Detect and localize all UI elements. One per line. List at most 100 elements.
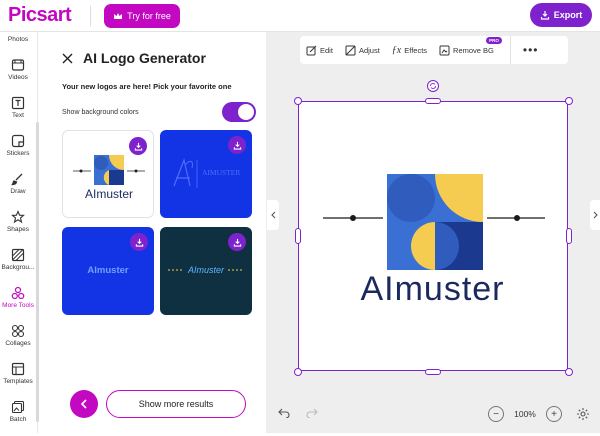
resize-handle-top-left[interactable] bbox=[294, 97, 302, 105]
logo-card-1-text: AImuster bbox=[84, 187, 133, 201]
try-for-free-label: Try for free bbox=[127, 11, 171, 21]
download-logo-3-button[interactable] bbox=[130, 233, 148, 251]
rail-scrollbar[interactable] bbox=[36, 122, 39, 422]
rail-label-videos: Videos bbox=[8, 74, 28, 81]
try-for-free-button[interactable]: Try for free bbox=[104, 4, 180, 28]
resize-handle-top[interactable] bbox=[425, 98, 441, 104]
panel-subtitle: Your new logos are here! Pick your favor… bbox=[62, 82, 232, 91]
rail-item-videos[interactable]: Videos bbox=[0, 58, 36, 94]
rail-label-shapes: Shapes bbox=[6, 226, 30, 233]
undo-icon[interactable] bbox=[278, 408, 290, 418]
effects-button[interactable]: ƒx Effects bbox=[386, 45, 433, 56]
rail-item-batch[interactable]: Batch bbox=[0, 400, 36, 436]
rail-item-text[interactable]: Text bbox=[0, 96, 36, 132]
collapse-panel-button[interactable] bbox=[267, 200, 279, 230]
edit-icon bbox=[306, 45, 317, 55]
background-toggle-label: Show background colors bbox=[62, 109, 139, 116]
rotate-icon bbox=[430, 83, 436, 89]
rail-item-draw[interactable]: Draw bbox=[0, 172, 36, 208]
download-icon bbox=[540, 11, 549, 20]
effects-label: Effects bbox=[404, 45, 428, 55]
chevron-right-icon bbox=[593, 211, 598, 219]
rail-item-background[interactable]: Backgrou... bbox=[0, 248, 36, 284]
redo-icon[interactable] bbox=[306, 408, 318, 418]
resize-handle-bottom-left[interactable] bbox=[294, 368, 302, 376]
logo-card-3-text: AImuster bbox=[87, 265, 129, 276]
settings-icon[interactable] bbox=[576, 407, 590, 421]
rail-label-more-tools: More Tools bbox=[2, 302, 34, 309]
templates-icon bbox=[11, 362, 25, 376]
download-logo-1-button[interactable] bbox=[129, 137, 147, 155]
divider bbox=[90, 6, 91, 26]
rail-item-templates[interactable]: Templates bbox=[0, 362, 36, 398]
more-tools-icon bbox=[11, 286, 25, 300]
videos-icon bbox=[11, 59, 25, 71]
download-icon bbox=[233, 141, 241, 150]
resize-handle-right[interactable] bbox=[566, 228, 572, 244]
resize-handle-left[interactable] bbox=[295, 228, 301, 244]
pro-badge: PRO bbox=[486, 36, 502, 44]
logo-card-2-text: AIMUSTER bbox=[202, 168, 241, 177]
adjust-button[interactable]: Adjust bbox=[339, 45, 386, 56]
logo-card-4[interactable]: AImuster bbox=[160, 227, 252, 315]
effects-icon: ƒx bbox=[391, 44, 402, 56]
edit-button[interactable]: Edit bbox=[300, 45, 339, 56]
more-icon: ••• bbox=[522, 43, 539, 57]
rail-item-stickers[interactable]: Stickers bbox=[0, 134, 36, 170]
close-icon[interactable] bbox=[62, 53, 73, 64]
download-logo-4-button[interactable] bbox=[228, 233, 246, 251]
rail-label-templates: Templates bbox=[3, 378, 33, 385]
logo-card-3[interactable]: AImuster bbox=[62, 227, 154, 315]
panel-header: AI Logo Generator bbox=[62, 50, 206, 66]
batch-icon bbox=[11, 400, 25, 414]
rail-item-collages[interactable]: Collages bbox=[0, 324, 36, 360]
zoom-controls: − 100% + bbox=[488, 406, 590, 422]
history-controls bbox=[278, 408, 318, 418]
rail-label-stickers: Stickers bbox=[6, 150, 30, 157]
collages-icon bbox=[11, 324, 25, 338]
download-icon bbox=[134, 142, 142, 151]
artboard[interactable]: AImuster bbox=[298, 101, 568, 371]
remove-bg-icon bbox=[439, 45, 450, 55]
rail-label-batch: Batch bbox=[9, 416, 27, 423]
background-toggle[interactable] bbox=[222, 102, 256, 122]
collapse-right-panel-button[interactable] bbox=[590, 200, 600, 230]
zoom-in-icon: + bbox=[551, 408, 557, 420]
zoom-out-button[interactable]: − bbox=[488, 406, 504, 422]
back-button[interactable] bbox=[70, 390, 98, 418]
resize-handle-bottom[interactable] bbox=[425, 369, 441, 375]
resize-handle-bottom-right[interactable] bbox=[565, 368, 573, 376]
more-options-button[interactable]: ••• bbox=[509, 36, 545, 64]
logo-card-2[interactable]: AIMUSTER bbox=[160, 130, 252, 218]
export-button[interactable]: Export bbox=[530, 3, 592, 27]
rail-label-text: Text bbox=[12, 112, 24, 119]
chevron-left-icon bbox=[270, 211, 275, 219]
show-more-results-button[interactable]: Show more results bbox=[106, 390, 246, 418]
shapes-icon bbox=[11, 210, 25, 224]
rail-item-more-tools[interactable]: More Tools bbox=[0, 286, 36, 322]
rail-label-background: Backgrou... bbox=[1, 264, 35, 271]
canvas-logo-mark-icon bbox=[323, 174, 545, 270]
picsart-logo[interactable]: Picsart bbox=[8, 4, 72, 27]
zoom-in-button[interactable]: + bbox=[546, 406, 562, 422]
crown-icon bbox=[114, 13, 123, 19]
logo-card-1[interactable]: AImuster bbox=[62, 130, 154, 218]
export-label: Export bbox=[553, 10, 583, 20]
rotate-handle[interactable] bbox=[427, 80, 439, 92]
download-icon bbox=[233, 238, 241, 247]
top-bar: Picsart Try for free Export bbox=[0, 0, 600, 32]
background-icon bbox=[11, 248, 25, 262]
zoom-level: 100% bbox=[514, 409, 536, 419]
adjust-icon bbox=[345, 45, 356, 55]
adjust-label: Adjust bbox=[358, 45, 380, 55]
remove-bg-button[interactable]: Remove BG PRO bbox=[433, 36, 502, 56]
ai-logo-panel: AI Logo Generator Your new logos are her… bbox=[48, 32, 266, 433]
resize-handle-top-right[interactable] bbox=[565, 97, 573, 105]
draw-icon bbox=[11, 173, 23, 186]
rail-item-shapes[interactable]: Shapes bbox=[0, 210, 36, 246]
stickers-icon bbox=[11, 134, 25, 148]
edit-toolbar: Edit Adjust ƒx Effects Remove BG PRO ••• bbox=[300, 36, 568, 64]
download-logo-2-button[interactable] bbox=[228, 136, 246, 154]
chevron-left-icon bbox=[80, 399, 87, 409]
text-icon bbox=[11, 96, 25, 110]
